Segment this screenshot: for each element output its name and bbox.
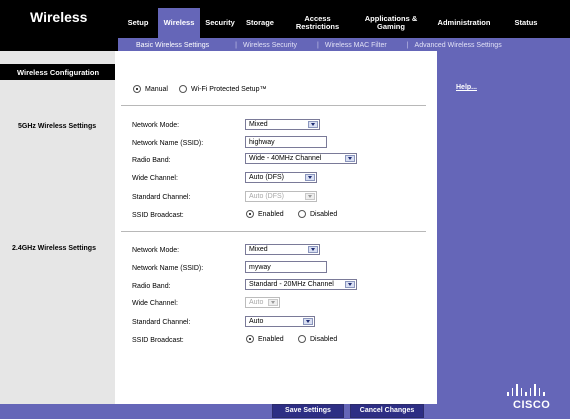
tab-storage[interactable]: Storage: [240, 8, 280, 38]
network-mode-select-5ghz[interactable]: Mixed: [245, 119, 320, 130]
chevron-down-icon: [308, 121, 318, 128]
tab-security[interactable]: Security: [200, 8, 240, 38]
standard-channel-select-24ghz[interactable]: Auto: [245, 316, 315, 327]
ssid-broadcast-disabled-label-24ghz: Disabled: [310, 336, 338, 343]
top-nav: Setup Wireless Security Storage Access R…: [118, 8, 570, 38]
ssid-input-5ghz[interactable]: highway: [245, 136, 327, 148]
tab-wireless[interactable]: Wireless: [158, 8, 200, 38]
wide-channel-select-24ghz: Auto: [245, 297, 280, 308]
section-label-5ghz: 5GHz Wireless Settings: [18, 123, 97, 130]
sub-nav: Basic Wireless Settings | Wireless Secur…: [118, 38, 570, 52]
left-sidebar: [0, 51, 115, 419]
label-network-mode-5ghz: Network Mode:: [132, 122, 180, 129]
radio-band-value-5ghz: Wide - 40MHz Channel: [249, 155, 322, 162]
standard-channel-value-24ghz: Auto: [249, 318, 264, 325]
wide-channel-select-5ghz[interactable]: Auto (DFS): [245, 172, 317, 183]
network-mode-select-24ghz[interactable]: Mixed: [245, 244, 320, 255]
standard-channel-value-5ghz: Auto (DFS): [249, 193, 285, 200]
tab-access-restrictions[interactable]: Access Restrictions: [280, 8, 355, 38]
label-standard-channel-5ghz: Standard Channel:: [132, 194, 191, 201]
label-standard-channel-24ghz: Standard Channel:: [132, 319, 191, 326]
cisco-logo-icon: [507, 384, 545, 396]
ssid-broadcast-enabled-label-24ghz: Enabled: [258, 336, 284, 343]
network-mode-value-24ghz: Mixed: [249, 246, 268, 253]
label-ssid-broadcast-24ghz: SSID Broadcast:: [132, 337, 184, 344]
section-label-24ghz: 2.4GHz Wireless Settings: [12, 245, 96, 252]
manual-radio-label: Manual: [145, 86, 168, 93]
save-settings-button[interactable]: Save Settings: [272, 404, 344, 418]
wide-channel-value-24ghz: Auto: [249, 299, 264, 306]
label-ssid-broadcast-5ghz: SSID Broadcast:: [132, 212, 184, 219]
ssid-broadcast-disabled-radio-24ghz[interactable]: [298, 335, 306, 343]
cancel-changes-button[interactable]: Cancel Changes: [350, 404, 424, 418]
chevron-down-icon: [308, 246, 318, 253]
main-content: [115, 51, 437, 404]
subnav-advanced-wireless-settings[interactable]: Advanced Wireless Settings: [415, 42, 502, 49]
right-sidebar: [437, 51, 570, 419]
subnav-separator: |: [317, 41, 319, 49]
radio-band-select-24ghz[interactable]: Standard - 20MHz Channel: [245, 279, 357, 290]
label-wide-channel-5ghz: Wide Channel:: [132, 175, 178, 182]
ssid-broadcast-disabled-radio-5ghz[interactable]: [298, 210, 306, 218]
tab-status[interactable]: Status: [501, 8, 551, 38]
subnav-wireless-security[interactable]: Wireless Security: [243, 42, 297, 49]
label-radio-band-5ghz: Radio Band:: [132, 157, 171, 164]
ssid-broadcast-disabled-label-5ghz: Disabled: [310, 211, 338, 218]
help-link[interactable]: Help...: [456, 84, 477, 91]
chevron-down-icon: [303, 318, 313, 325]
chevron-down-icon: [345, 281, 355, 288]
radio-band-value-24ghz: Standard - 20MHz Channel: [249, 281, 334, 288]
label-radio-band-24ghz: Radio Band:: [132, 283, 171, 290]
section-header-wireless-configuration: Wireless Configuration: [0, 64, 115, 80]
label-network-mode-24ghz: Network Mode:: [132, 247, 180, 254]
tab-setup[interactable]: Setup: [118, 8, 158, 38]
radio-band-select-5ghz[interactable]: Wide - 40MHz Channel: [245, 153, 357, 164]
cisco-logo-text: CISCO: [513, 399, 551, 411]
ssid-input-24ghz[interactable]: myway: [245, 261, 327, 273]
network-mode-value-5ghz: Mixed: [249, 121, 268, 128]
standard-channel-select-5ghz: Auto (DFS): [245, 191, 317, 202]
subnav-wireless-mac-filter[interactable]: Wireless MAC Filter: [325, 42, 387, 49]
wps-radio[interactable]: [179, 85, 187, 93]
ssid-broadcast-enabled-radio-5ghz[interactable]: [246, 210, 254, 218]
chevron-down-icon: [305, 193, 315, 200]
ssid-broadcast-enabled-radio-24ghz[interactable]: [246, 335, 254, 343]
chevron-down-icon: [268, 299, 278, 306]
wide-channel-value-5ghz: Auto (DFS): [249, 174, 285, 181]
label-ssid-5ghz: Network Name (SSID):: [132, 140, 204, 147]
wps-radio-label: Wi-Fi Protected Setup™: [191, 86, 267, 93]
ssid-broadcast-enabled-label-5ghz: Enabled: [258, 211, 284, 218]
tab-applications-gaming[interactable]: Applications & Gaming: [355, 8, 427, 38]
label-wide-channel-24ghz: Wide Channel:: [132, 300, 178, 307]
manual-radio[interactable]: [133, 85, 141, 93]
chevron-down-icon: [305, 174, 315, 181]
divider: [121, 231, 426, 232]
tab-administration[interactable]: Administration: [427, 8, 501, 38]
subnav-basic-wireless-settings[interactable]: Basic Wireless Settings: [136, 42, 209, 49]
subnav-separator: |: [406, 41, 409, 49]
subnav-separator: |: [235, 41, 237, 49]
label-ssid-24ghz: Network Name (SSID):: [132, 265, 204, 272]
chevron-down-icon: [345, 155, 355, 162]
page-title: Wireless: [30, 9, 88, 25]
divider: [121, 105, 426, 106]
